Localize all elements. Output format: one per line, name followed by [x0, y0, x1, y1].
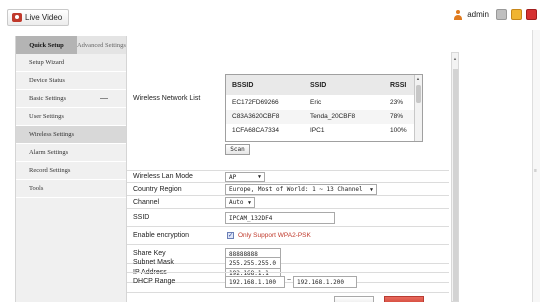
sidebar-item-user-settings[interactable]: User Settings	[16, 108, 126, 126]
sidebar-item-alarm-settings[interactable]: Alarm Settings	[16, 144, 126, 162]
chevron-down-icon: ▼	[257, 174, 261, 180]
chevron-down-icon: ▼	[369, 186, 373, 193]
content-scrollbar[interactable]: ▲	[451, 52, 459, 302]
column-bssid: BSSID	[232, 82, 254, 89]
save-button[interactable]	[334, 296, 374, 302]
subnet-mask-input[interactable]: 255.255.255.0	[225, 257, 281, 269]
ssid-cell: Eric	[310, 99, 322, 106]
bssid-cell: 1CFA68CA7334	[232, 127, 279, 134]
subnet-mask-row: Subnet Mask 255.255.255.0	[127, 254, 449, 273]
user-area: admin	[453, 9, 537, 20]
region-row: Country Region Europe, Most of World: 1 …	[127, 183, 449, 196]
chevron-down-icon: ▼	[247, 199, 251, 206]
sidebar-item-wireless-settings[interactable]: Wireless Settings	[16, 126, 126, 144]
live-video-label: Live Video	[25, 13, 63, 22]
top-bar: Live Video admin	[0, 0, 542, 30]
sidebar-tabs: Quick Setup Advanced Settings	[16, 36, 126, 54]
scroll-up-icon[interactable]: ▲	[416, 76, 420, 81]
live-video-button[interactable]: Live Video	[7, 9, 69, 26]
encryption-checkbox[interactable]: ✓	[227, 232, 234, 239]
region-select[interactable]: Europe, Most of World: 1 ~ 13 Channel ▼	[225, 184, 377, 195]
sidebar-item-device-status[interactable]: Device Status	[16, 72, 126, 90]
ssid-row: SSID IPCAM_132DF4	[127, 209, 449, 227]
sidebar: Quick Setup Advanced Settings Setup Wiza…	[15, 36, 127, 302]
dhcp-start-input[interactable]: 192.168.1.100	[225, 276, 285, 288]
sidebar-item-label: Basic Settings	[29, 95, 67, 102]
ssid-input[interactable]: IPCAM_132DF4	[225, 212, 335, 224]
sidebar-item-tools[interactable]: Tools	[16, 180, 126, 198]
page-scrollbar[interactable]: ≡	[532, 30, 540, 302]
tab-quick-setup[interactable]: Quick Setup	[16, 36, 77, 54]
table-row[interactable]: 1CFA68CA7334 IPC1 100%	[226, 124, 416, 138]
ssid-cell: Tenda_20CBF8	[310, 113, 356, 120]
rssi-cell: 78%	[390, 113, 404, 120]
exit-icon[interactable]	[526, 9, 537, 20]
network-list-table[interactable]: BSSID SSID RSSI EC172FD69266 Eric 23% C8…	[225, 74, 423, 142]
network-list-row: Wireless Network List BSSID SSID RSSI EC…	[127, 54, 449, 171]
mode-row: Wireless Lan Mode AP ▼	[127, 171, 449, 183]
rssi-cell: 23%	[390, 99, 404, 106]
network-list-scrollbar[interactable]: ▲	[414, 75, 422, 141]
encryption-label: Enable encryption	[133, 232, 190, 239]
rssi-cell: 100%	[390, 127, 407, 134]
dhcp-range-separator: ~	[287, 277, 292, 284]
sidebar-item-basic-settings[interactable]: Basic Settings	[16, 90, 126, 108]
mode-select[interactable]: AP ▼	[225, 172, 265, 182]
table-header: BSSID SSID RSSI	[226, 75, 416, 95]
scan-button[interactable]: Scan	[225, 144, 250, 155]
table-row[interactable]: C83A3620CBF8 Tenda_20CBF8 78%	[226, 110, 416, 124]
encryption-note: Only Support WPA2-PSK	[238, 232, 311, 239]
column-ssid: SSID	[310, 82, 327, 89]
encryption-row: Enable encryption ✓ Only Support WPA2-PS…	[127, 227, 449, 245]
cancel-button[interactable]	[384, 296, 424, 302]
sidebar-item-setup-wizard[interactable]: Setup Wizard	[16, 54, 126, 72]
scroll-up-icon[interactable]: ▲	[453, 56, 457, 61]
scroll-thumb[interactable]	[453, 69, 458, 301]
folder-icon[interactable]	[511, 9, 522, 20]
dhcp-end-input[interactable]: 192.168.1.200	[293, 276, 357, 288]
username: admin	[467, 10, 489, 19]
network-list-label: Wireless Network List	[133, 95, 201, 102]
camera-icon	[12, 13, 22, 22]
ssid-cell: IPC1	[310, 127, 325, 134]
bssid-cell: C83A3620CBF8	[232, 113, 280, 120]
user-icon	[453, 9, 463, 20]
column-rssi: RSSI	[390, 82, 407, 89]
collapse-icon	[100, 98, 108, 99]
dhcp-range-label: DHCP Range	[133, 278, 176, 285]
table-row[interactable]: EC172FD69266 Eric 23%	[226, 96, 416, 110]
tab-advanced-settings[interactable]: Advanced Settings	[77, 36, 126, 54]
mode-label: Wireless Lan Mode	[133, 173, 193, 180]
bssid-cell: EC172FD69266	[232, 99, 279, 106]
channel-select[interactable]: Auto ▼	[225, 197, 255, 208]
ssid-label: SSID	[133, 214, 150, 221]
language-icon[interactable]	[496, 9, 507, 20]
channel-row: Channel Auto ▼	[127, 196, 449, 209]
channel-label: Channel	[133, 199, 160, 206]
mode-value: AP	[229, 173, 237, 181]
region-label: Country Region	[133, 186, 182, 193]
scroll-grip-icon[interactable]: ≡	[534, 168, 539, 176]
dhcp-range-row: DHCP Range 192.168.1.100 ~ 192.168.1.200	[127, 273, 449, 293]
region-value: Europe, Most of World: 1 ~ 13 Channel	[229, 186, 363, 193]
sidebar-item-record-settings[interactable]: Record Settings	[16, 162, 126, 180]
scroll-thumb[interactable]	[416, 85, 421, 103]
channel-value: Auto	[229, 199, 244, 206]
subnet-mask-label: Subnet Mask	[133, 259, 174, 266]
